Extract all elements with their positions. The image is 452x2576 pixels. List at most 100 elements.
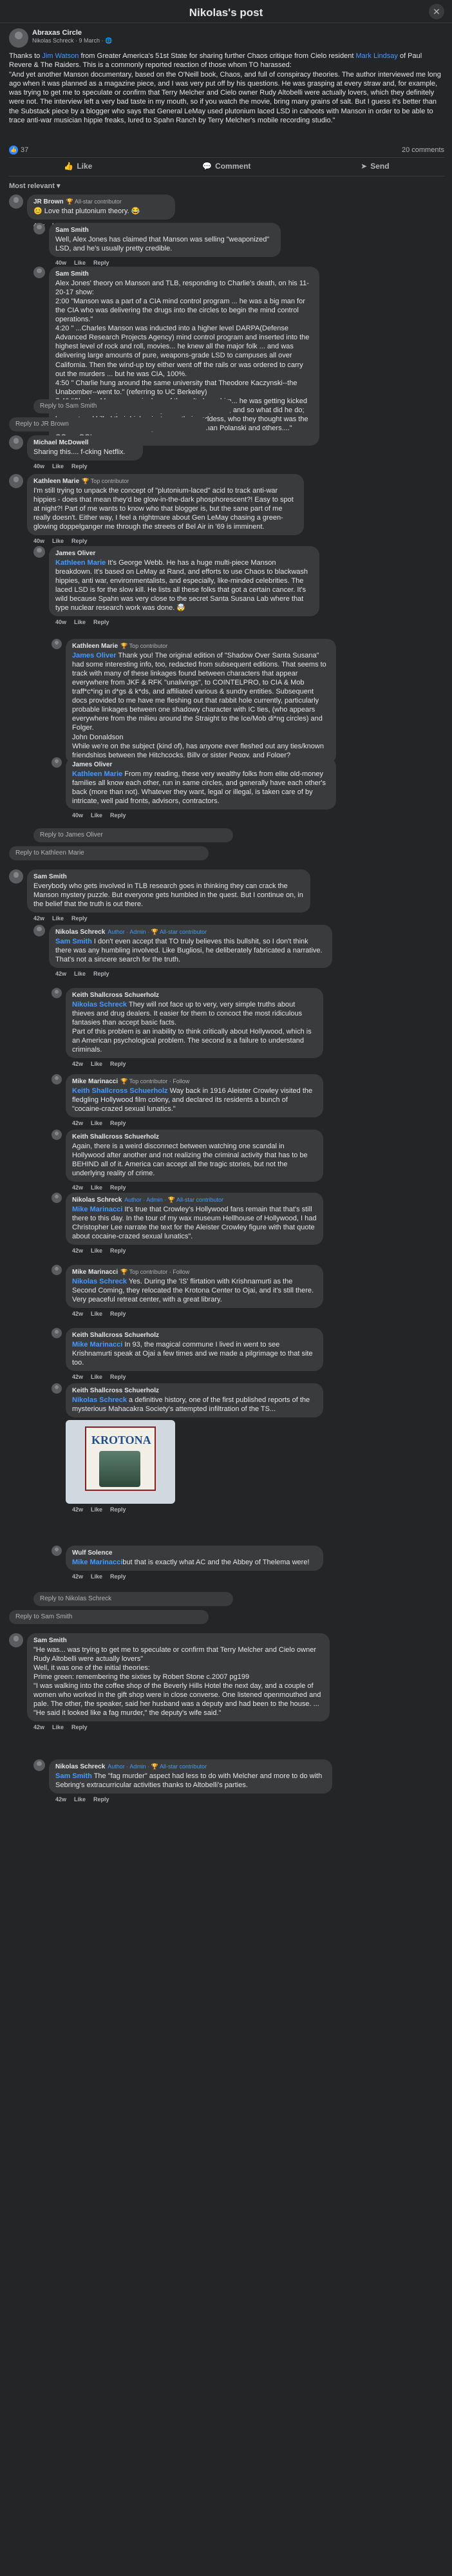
comment-time[interactable]: 42w: [72, 1061, 83, 1067]
comment-like-button[interactable]: Like: [91, 1311, 102, 1317]
mention-tag[interactable]: Kathleen Marie: [55, 559, 106, 567]
send-button[interactable]: ➤ Send: [361, 162, 389, 171]
reply-input[interactable]: Reply to Kathleen Marie: [9, 846, 209, 860]
comment-like-button[interactable]: Like: [91, 1506, 102, 1513]
comment-time[interactable]: 40w: [33, 463, 44, 469]
comment-author-name[interactable]: Wulf Solence: [72, 1549, 113, 1557]
comment-author[interactable]: Michael McDowell: [33, 439, 137, 448]
comment-reply-button[interactable]: Reply: [71, 915, 88, 922]
avatar[interactable]: [52, 757, 62, 768]
comment-like-button[interactable]: Like: [52, 538, 64, 544]
comment-reply-button[interactable]: Reply: [71, 463, 88, 469]
group-avatar[interactable]: [9, 28, 28, 48]
comment-reply-button[interactable]: Reply: [93, 260, 109, 266]
comment-author[interactable]: Kathleen Marie 🏆 Top contributor: [33, 478, 297, 486]
reply-input[interactable]: Reply to JR Brown: [9, 417, 209, 431]
comment-reply-button[interactable]: Reply: [110, 1120, 126, 1126]
avatar[interactable]: [9, 1633, 23, 1647]
comment-time[interactable]: 40w: [55, 619, 66, 625]
comment-author-name[interactable]: Nikolas Schreck: [55, 1763, 105, 1770]
comment-author[interactable]: Kathleen Marie 🏆 Top contributor: [72, 643, 330, 651]
avatar[interactable]: [9, 435, 23, 450]
comment-author-name[interactable]: James Oliver: [72, 761, 112, 768]
comment-author-name[interactable]: Sam Smith: [33, 1637, 67, 1644]
comment-like-button[interactable]: Like: [52, 1724, 64, 1730]
comment-reply-button[interactable]: Reply: [110, 1506, 126, 1513]
comment-time[interactable]: 42w: [72, 1311, 83, 1317]
comment-author[interactable]: James Oliver: [55, 550, 313, 558]
attached-book-image[interactable]: KROTONA: [66, 1420, 175, 1504]
comment-time[interactable]: 42w: [33, 915, 44, 922]
comments-count[interactable]: 20 comments: [402, 146, 444, 155]
avatar[interactable]: [9, 869, 23, 884]
comment-author[interactable]: Mike Marinacci 🏆 Top contributor · Follow: [72, 1269, 317, 1277]
reply-input[interactable]: Reply to Sam Smith: [33, 399, 233, 413]
comment-author[interactable]: Nikolas Schreck Author · Admin · 🏆 All-st…: [55, 929, 326, 937]
comment-reply-button[interactable]: Reply: [71, 1724, 88, 1730]
comment-like-button[interactable]: Like: [91, 812, 102, 819]
mention-tag[interactable]: Mike Marinacci: [72, 1341, 122, 1349]
reply-input[interactable]: Reply to Sam Smith: [9, 1610, 209, 1624]
avatar[interactable]: [52, 1074, 62, 1084]
comment-like-button[interactable]: Like: [52, 915, 64, 922]
group-name[interactable]: Abraxas Circle: [32, 28, 82, 37]
comment-author[interactable]: Sam Smith: [55, 270, 313, 279]
comment-author-name[interactable]: Mike Marinacci: [72, 1269, 118, 1276]
mention-tag[interactable]: Kathleen Marie: [72, 770, 122, 778]
comment-author[interactable]: Keith Shallcross Schuerholz: [72, 992, 317, 1000]
comment-author[interactable]: James Oliver: [72, 761, 330, 770]
mention-tag[interactable]: James Oliver: [72, 652, 117, 659]
comment-time[interactable]: 42w: [72, 1374, 83, 1380]
avatar[interactable]: [9, 194, 23, 209]
avatar[interactable]: [52, 1546, 62, 1556]
like-button[interactable]: 👍 Like: [64, 162, 92, 171]
comment-reply-button[interactable]: Reply: [93, 619, 109, 625]
comment-reply-button[interactable]: Reply: [110, 1061, 126, 1067]
comment-author[interactable]: Wulf Solence: [72, 1549, 317, 1558]
mention-tag[interactable]: Nikolas Schreck: [72, 1001, 127, 1009]
comment-time[interactable]: 42w: [72, 1247, 83, 1254]
comment-author-name[interactable]: Keith Shallcross Schuerholz: [72, 1332, 159, 1339]
comment-reply-button[interactable]: Reply: [93, 971, 109, 977]
comment-author-name[interactable]: Michael McDowell: [33, 439, 89, 446]
comment-like-button[interactable]: Like: [91, 1573, 102, 1580]
mention-tag[interactable]: Sam Smith: [55, 938, 92, 945]
post-author-line[interactable]: Nikolas Schreck · 9 March · 🌐: [32, 37, 112, 45]
comment-like-button[interactable]: Like: [91, 1061, 102, 1067]
comment-like-button[interactable]: Like: [91, 1374, 102, 1380]
avatar[interactable]: [33, 267, 45, 278]
comment-author-name[interactable]: James Oliver: [55, 550, 95, 557]
avatar[interactable]: [52, 1193, 62, 1203]
comment-author-name[interactable]: Keith Shallcross Schuerholz: [72, 992, 159, 999]
avatar[interactable]: [52, 1328, 62, 1338]
comment-reply-button[interactable]: Reply: [110, 812, 126, 819]
comment-like-button[interactable]: Like: [52, 463, 64, 469]
avatar[interactable]: [33, 223, 45, 234]
avatar[interactable]: [52, 639, 62, 649]
comment-reply-button[interactable]: Reply: [71, 538, 88, 544]
comment-author-name[interactable]: Kathleen Marie: [33, 478, 79, 485]
comment-time[interactable]: 42w: [55, 971, 66, 977]
comment-author-name[interactable]: Sam Smith: [33, 873, 67, 880]
comment-author-name[interactable]: Kathleen Marie: [72, 643, 118, 650]
avatar[interactable]: [52, 1265, 62, 1275]
avatar[interactable]: [33, 546, 45, 558]
comment-author[interactable]: Nikolas Schreck Author · Admin · 🏆 All-st…: [72, 1197, 317, 1205]
comment-author[interactable]: Mike Marinacci 🏆 Top contributor · Follow: [72, 1078, 317, 1086]
mention-tag[interactable]: Sam Smith: [55, 1772, 92, 1780]
comment-time[interactable]: 42w: [72, 1506, 83, 1513]
comment-author-name[interactable]: Keith Shallcross Schuerholz: [72, 1133, 159, 1141]
comment-reply-button[interactable]: Reply: [110, 1184, 126, 1191]
comment-author-name[interactable]: Sam Smith: [55, 227, 89, 234]
avatar[interactable]: [52, 988, 62, 998]
comment-sort-dropdown[interactable]: Most relevant ▾: [9, 182, 61, 191]
comment-author-name[interactable]: Nikolas Schreck: [55, 929, 105, 936]
comment-like-button[interactable]: Like: [91, 1247, 102, 1254]
comment-reply-button[interactable]: Reply: [110, 1573, 126, 1580]
comment-author[interactable]: Sam Smith: [55, 227, 274, 235]
reply-input[interactable]: Reply to Nikolas Schreck: [33, 1592, 233, 1606]
reply-input[interactable]: Reply to James Oliver: [33, 828, 233, 842]
comment-time[interactable]: 42w: [55, 1796, 66, 1803]
comment-time[interactable]: 40w: [72, 812, 83, 819]
comment-like-button[interactable]: Like: [74, 260, 86, 266]
